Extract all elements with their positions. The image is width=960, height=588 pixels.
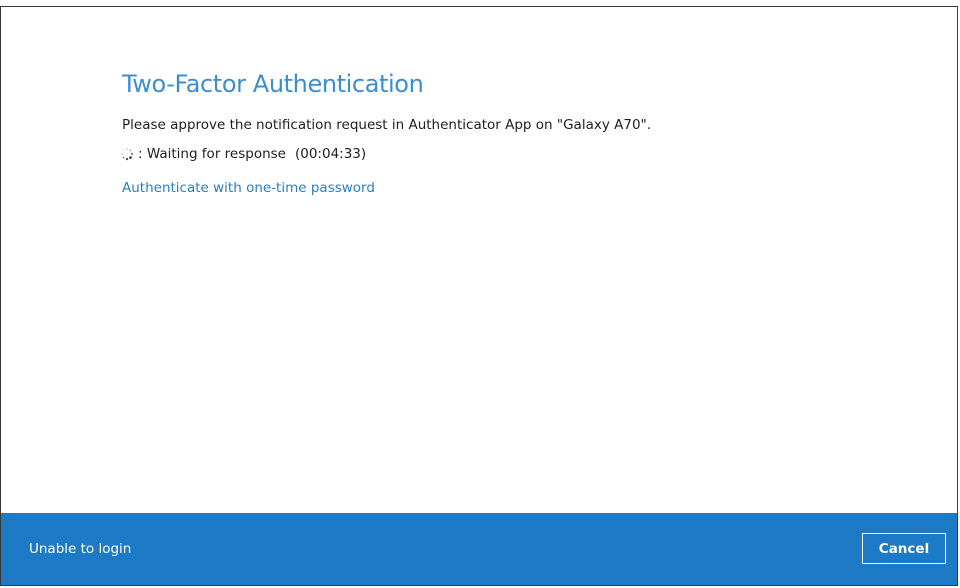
waiting-status: : Waiting for response (00:04:33) [121,145,937,163]
unable-to-login-link[interactable]: Unable to login [29,540,131,558]
authentication-dialog: Two-Factor Authentication Please approve… [0,6,958,586]
approval-message: Please approve the notification request … [122,117,652,133]
authenticate-otp-link[interactable]: Authenticate with one-time password [122,179,375,197]
dialog-footer: Unable to login Cancel [1,513,957,585]
waiting-label: : Waiting for response [138,146,286,162]
countdown-timer: (00:04:33) [294,146,367,162]
dialog-content: Two-Factor Authentication Please approve… [121,69,937,197]
loading-spinner-icon [121,147,134,161]
page-title: Two-Factor Authentication [122,70,424,98]
cancel-button[interactable]: Cancel [862,533,946,564]
